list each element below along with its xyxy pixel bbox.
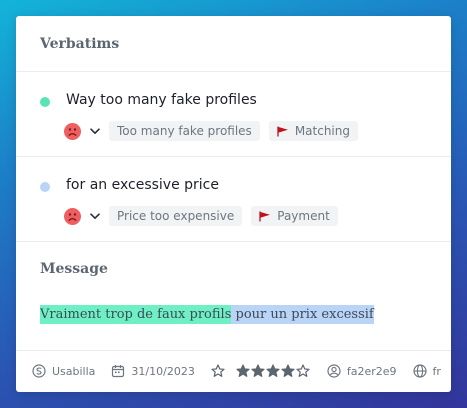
filled-star-icon	[251, 364, 265, 377]
date-info: 31/10/2023	[111, 364, 195, 378]
message-highlight-segment: pour un prix excessif	[231, 305, 374, 324]
category-label: Payment	[277, 209, 330, 223]
chevron-down-icon[interactable]	[89, 210, 101, 222]
sad-face-icon[interactable]	[64, 207, 81, 225]
filled-star-icon	[266, 364, 280, 377]
category-tag[interactable]: Matching	[268, 121, 358, 141]
filled-star-icon	[236, 364, 250, 377]
verbatim-item: Way too many fake profiles Too many fake…	[16, 71, 451, 156]
category-tag[interactable]: Payment	[251, 206, 338, 226]
flag-icon	[259, 211, 271, 222]
verbatims-card: Verbatims Way too many fake profiles Too…	[16, 16, 451, 392]
verbatim-item: for an excessive price Price too expensi…	[16, 156, 451, 241]
language-info: fr	[412, 364, 441, 378]
source-info: Usabilla	[32, 364, 95, 378]
flag-icon	[277, 126, 289, 137]
divider	[16, 241, 451, 242]
star-rating	[211, 364, 311, 378]
topic-tag[interactable]: Too many fake profiles	[109, 121, 260, 141]
language-label: fr	[432, 364, 441, 378]
calendar-icon	[112, 365, 125, 378]
message-text: Vraiment trop de faux profils pour un pr…	[40, 305, 374, 324]
date-label: 31/10/2023	[131, 364, 195, 378]
category-label: Matching	[294, 124, 350, 138]
message-title: Message	[40, 261, 108, 277]
user-id-label: fa2er2e9	[346, 364, 397, 378]
message-highlight-segment: Vraiment trop de faux profils	[40, 305, 232, 324]
sad-face-icon[interactable]	[64, 122, 81, 140]
verbatim-text: Way too many fake profiles	[66, 92, 257, 108]
verbatims-title: Verbatims	[40, 36, 120, 52]
verbatim-color-dot	[40, 97, 50, 107]
verbatim-text: for an excessive price	[66, 177, 219, 193]
verbatim-color-dot	[40, 182, 50, 192]
globe-icon	[412, 364, 427, 378]
source-label: Usabilla	[52, 364, 96, 378]
rating-icon	[211, 364, 225, 377]
empty-star-icon	[296, 364, 310, 377]
user-info: fa2er2e9	[327, 364, 397, 378]
metadata-footer: Usabilla 31/10/2023 fa2er2e9 fr	[16, 350, 451, 392]
topic-tag[interactable]: Price too expensive	[109, 206, 243, 226]
chevron-down-icon[interactable]	[89, 125, 101, 137]
source-icon	[32, 364, 46, 378]
filled-star-icon	[281, 364, 295, 377]
user-icon	[327, 364, 341, 378]
